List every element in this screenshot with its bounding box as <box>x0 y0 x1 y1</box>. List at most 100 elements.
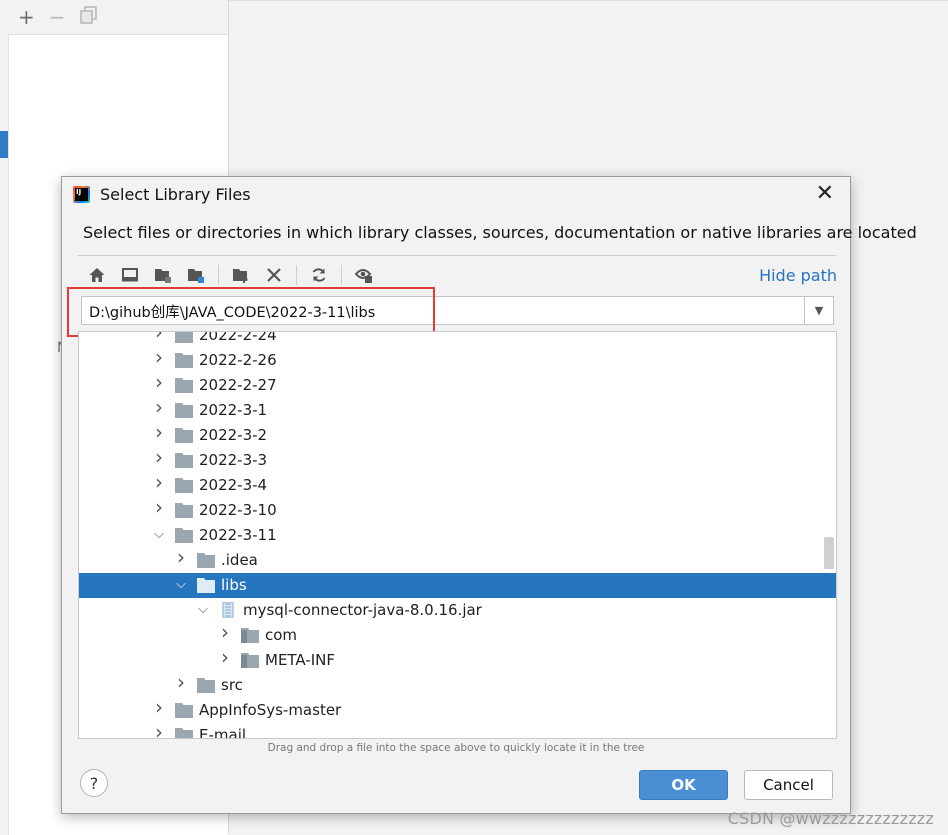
tree-row[interactable]: › 2022-3-10 <box>79 497 836 523</box>
folder-icon <box>197 552 215 568</box>
chevron-right-icon[interactable]: › <box>218 647 232 667</box>
chevron-right-icon[interactable]: › <box>152 722 166 738</box>
tree-row-label: com <box>265 626 298 644</box>
chevron-down-icon[interactable]: ⌵ <box>196 600 210 620</box>
tree-row[interactable]: › .idea <box>79 547 836 573</box>
copy-icon[interactable] <box>79 5 98 29</box>
remove-button[interactable]: − <box>49 5 66 29</box>
chevron-right-icon[interactable]: › <box>152 422 166 442</box>
tree-row[interactable]: › src <box>79 672 836 698</box>
file-tree[interactable]: › 2022-2-24 › 2022-2-26 › 2022-2-27 › 2022-3-1 ›… <box>78 331 837 739</box>
tree-row-label: src <box>221 676 243 694</box>
folder-icon <box>175 332 193 343</box>
folder-icon <box>175 527 193 543</box>
intellij-logo-icon <box>73 186 90 203</box>
dialog-titlebar[interactable]: Select Library Files ✕ <box>62 177 850 213</box>
tree-row-label: libs <box>221 576 247 594</box>
chevron-right-icon[interactable]: › <box>218 622 232 642</box>
tree-row[interactable]: › 2022-3-3 <box>79 447 836 473</box>
tree-row[interactable]: › META-INF <box>79 647 836 673</box>
tree-row[interactable]: › 2022-2-24 <box>79 331 836 348</box>
chevron-right-icon[interactable]: › <box>152 347 166 367</box>
jar-icon <box>219 601 237 619</box>
chevron-right-icon[interactable]: › <box>174 547 188 567</box>
tree-row-label: mysql-connector-java-8.0.16.jar <box>243 601 482 619</box>
project-folder-icon[interactable] <box>152 264 174 286</box>
folder-icon <box>175 377 193 393</box>
folder-icon <box>197 677 215 693</box>
tree-row[interactable]: ⌵ libs <box>79 573 836 598</box>
folder-icon <box>175 452 193 468</box>
tree-row[interactable]: › AppInfoSys-master <box>79 697 836 723</box>
tree-row-label: E-mail <box>199 726 247 739</box>
tree-row[interactable]: ⌵ 2022-3-11 <box>79 523 836 548</box>
chevron-right-icon[interactable]: › <box>152 332 166 342</box>
folder-icon <box>175 727 193 738</box>
tree-row-label: META-INF <box>265 651 336 669</box>
tree-row[interactable]: › com <box>79 622 836 648</box>
chevron-down-icon[interactable]: ⌵ <box>174 575 188 595</box>
dialog-description: Select files or directories in which lib… <box>83 223 917 242</box>
folder-icon <box>175 477 193 493</box>
tree-row-label: 2022-3-11 <box>199 526 277 544</box>
home-icon[interactable] <box>86 264 108 286</box>
background-selection-marker <box>0 131 8 158</box>
folder-icon <box>175 402 193 418</box>
tree-row-label: .idea <box>221 551 258 569</box>
tree-row-label: 2022-2-27 <box>199 376 277 394</box>
close-icon[interactable]: ✕ <box>816 182 834 206</box>
folder-icon <box>197 577 215 593</box>
folder-icon <box>175 502 193 518</box>
add-button[interactable]: + <box>18 5 35 29</box>
tree-row[interactable]: › 2022-3-4 <box>79 472 836 498</box>
toolbar-separator <box>218 265 219 285</box>
dialog-title: Select Library Files <box>100 185 251 204</box>
tree-row-label: 2022-2-24 <box>199 331 277 344</box>
toolbar-separator <box>296 265 297 285</box>
folder-icon <box>175 352 193 368</box>
cancel-button[interactable]: Cancel <box>744 770 833 800</box>
tree-row-label: 2022-3-1 <box>199 401 268 419</box>
ok-button[interactable]: OK <box>639 770 728 800</box>
divider <box>78 255 836 256</box>
tree-row[interactable]: › 2022-2-27 <box>79 372 836 398</box>
tree-row-label: 2022-3-3 <box>199 451 268 469</box>
hide-path-link[interactable]: Hide path <box>759 266 837 285</box>
tree-row-label: 2022-3-2 <box>199 426 268 444</box>
chevron-down-icon[interactable]: ▼ <box>804 297 833 324</box>
tree-row-label: 2022-2-26 <box>199 351 277 369</box>
module-folder-icon[interactable] <box>185 264 207 286</box>
tree-row[interactable]: › 2022-3-2 <box>79 422 836 448</box>
background-toolbar: + − <box>8 0 228 34</box>
desktop-icon[interactable] <box>119 264 141 286</box>
file-chooser-toolbar <box>86 263 386 287</box>
tree-row[interactable]: ⌵ mysql-connector-java-8.0.16.jar <box>79 598 836 623</box>
toolbar-separator <box>341 265 342 285</box>
new-folder-icon[interactable] <box>230 264 252 286</box>
chevron-right-icon[interactable]: › <box>152 472 166 492</box>
chevron-right-icon[interactable]: › <box>152 397 166 417</box>
refresh-icon[interactable] <box>308 264 330 286</box>
package-icon <box>241 627 259 643</box>
csdn-watermark: CSDN @wwzzzzzzzzzzzzz <box>727 809 934 828</box>
delete-icon[interactable] <box>263 264 285 286</box>
drag-drop-hint: Drag and drop a file into the space abov… <box>267 742 645 754</box>
chevron-right-icon[interactable]: › <box>152 697 166 717</box>
chevron-down-icon[interactable]: ⌵ <box>152 525 166 545</box>
folder-icon <box>175 427 193 443</box>
tree-row-label: 2022-3-4 <box>199 476 268 494</box>
tree-row-label: AppInfoSys-master <box>199 701 342 719</box>
tree-row[interactable]: › E-mail <box>79 722 836 739</box>
tree-row[interactable]: › 2022-2-26 <box>79 347 836 373</box>
tree-row-label: 2022-3-10 <box>199 501 277 519</box>
show-hidden-icon[interactable] <box>353 264 375 286</box>
path-combo-box[interactable]: ▼ <box>81 296 834 326</box>
select-library-files-dialog: Select Library Files ✕ Select files or d… <box>61 176 917 814</box>
help-button[interactable]: ? <box>80 769 108 797</box>
chevron-right-icon[interactable]: › <box>174 672 188 692</box>
chevron-right-icon[interactable]: › <box>152 372 166 392</box>
chevron-right-icon[interactable]: › <box>152 447 166 467</box>
chevron-right-icon[interactable]: › <box>152 497 166 517</box>
path-input[interactable] <box>82 297 813 326</box>
tree-row[interactable]: › 2022-3-1 <box>79 397 836 423</box>
